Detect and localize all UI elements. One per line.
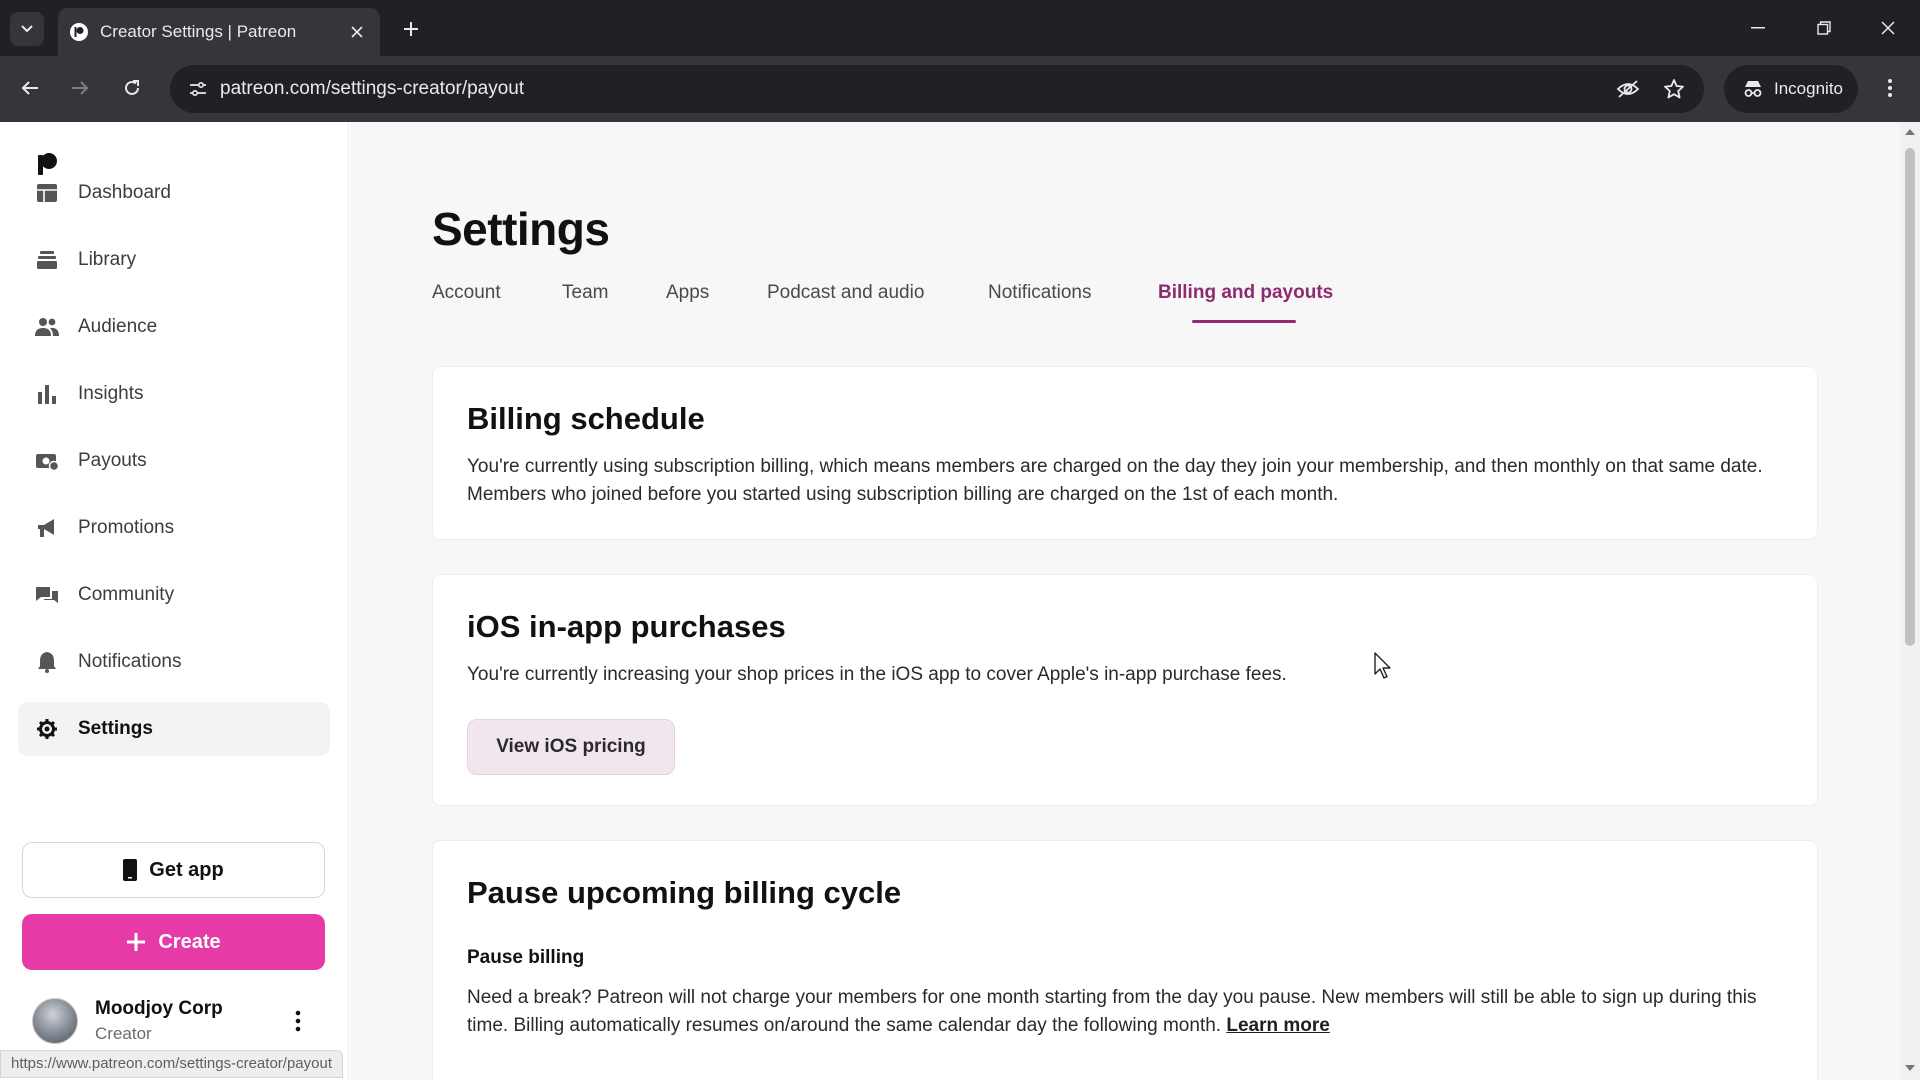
profile-name: Moodjoy Corp — [95, 998, 223, 1019]
mouse-cursor-icon — [1374, 652, 1394, 685]
create-button[interactable]: Create — [22, 914, 325, 970]
plus-icon — [126, 932, 146, 952]
sidebar-item-payouts[interactable]: Payouts — [18, 434, 330, 488]
incognito-indicator[interactable]: Incognito — [1724, 65, 1858, 113]
get-app-button[interactable]: Get app — [22, 842, 325, 898]
pause-billing-text: Need a break? Patreon will not charge yo… — [467, 984, 1797, 1040]
bookmark-star-icon[interactable] — [1658, 73, 1690, 105]
pause-billing-subtitle: Pause billing — [467, 947, 585, 968]
incognito-icon — [1744, 81, 1762, 97]
create-label: Create — [158, 930, 221, 953]
phone-icon — [123, 859, 138, 881]
view-ios-pricing-button[interactable]: View iOS pricing — [467, 719, 675, 775]
pause-billing-card: Pause upcoming billing cycle Pause billi… — [432, 840, 1818, 1080]
pause-billing-description: Need a break? Patreon will not charge yo… — [467, 987, 1757, 1036]
new-tab-icon[interactable] — [396, 14, 426, 44]
back-icon[interactable] — [12, 70, 48, 106]
insights-icon — [34, 381, 60, 407]
bell-icon — [34, 649, 60, 675]
community-icon — [34, 582, 60, 608]
patreon-favicon-icon — [70, 23, 88, 41]
sidebar-item-label: Audience — [78, 316, 158, 337]
tab-notifications[interactable]: Notifications — [988, 282, 1092, 304]
audience-icon — [34, 314, 60, 340]
scroll-down-icon[interactable] — [1904, 1062, 1916, 1074]
billing-schedule-card: Billing schedule You're currently using … — [432, 366, 1818, 540]
get-app-label: Get app — [149, 858, 224, 881]
ios-purchases-card: iOS in-app purchases You're currently in… — [432, 574, 1818, 806]
close-window-icon[interactable] — [1868, 10, 1908, 46]
page-scrollbar[interactable] — [1900, 122, 1920, 1080]
scroll-up-icon[interactable] — [1904, 126, 1916, 138]
sidebar-item-notifications[interactable]: Notifications — [18, 635, 330, 689]
tab-account[interactable]: Account — [432, 282, 501, 304]
tab-podcast-and-audio[interactable]: Podcast and audio — [767, 282, 924, 304]
sidebar-item-label: Payouts — [78, 450, 147, 471]
tab-search-button[interactable] — [10, 12, 44, 46]
site-info-icon[interactable] — [182, 73, 214, 105]
reload-icon[interactable] — [114, 70, 150, 106]
more-options-icon[interactable] — [288, 1006, 308, 1036]
tab-title: Creator Settings | Patreon — [100, 22, 297, 41]
ios-purchases-text: You're currently increasing your shop pr… — [467, 664, 1287, 685]
sidebar-item-promotions[interactable]: Promotions — [18, 501, 330, 555]
address-bar[interactable]: patreon.com/settings-creator/payout — [170, 65, 1704, 113]
scrollbar-thumb[interactable] — [1905, 148, 1915, 646]
sidebar-item-label: Dashboard — [78, 182, 171, 203]
sidebar-item-label: Insights — [78, 383, 144, 404]
sidebar-item-label: Promotions — [78, 517, 175, 538]
pause-billing-title: Pause upcoming billing cycle — [467, 875, 902, 910]
sidebar-item-audience[interactable]: Audience — [18, 300, 330, 354]
page-title: Settings — [432, 203, 610, 255]
tab-apps[interactable]: Apps — [666, 282, 709, 304]
profile-menu[interactable]: Moodjoy Corp Creator — [30, 996, 330, 1050]
browser-toolbar: patreon.com/settings-creator/payout Inco… — [0, 56, 1920, 122]
eye-off-icon[interactable] — [1612, 73, 1644, 105]
profile-role: Creator — [95, 1024, 152, 1043]
billing-schedule-title: Billing schedule — [467, 401, 705, 436]
sidebar-item-library[interactable]: Library — [18, 233, 330, 287]
billing-schedule-text: You're currently using subscription bill… — [467, 456, 1763, 505]
payouts-icon — [34, 448, 60, 474]
forward-icon[interactable] — [62, 70, 98, 106]
sidebar: Dashboard Library Audience Insights Payo… — [0, 122, 349, 1080]
settings-main: Settings Account Team Apps Podcast and a… — [350, 122, 1900, 1080]
sidebar-item-label: Notifications — [78, 651, 182, 672]
sidebar-item-label: Library — [78, 249, 137, 270]
sidebar-item-settings[interactable]: Settings — [18, 702, 330, 756]
gear-icon — [34, 716, 60, 742]
avatar[interactable] — [32, 998, 78, 1044]
browser-tab[interactable]: Creator Settings | Patreon — [58, 8, 380, 56]
chevron-down-icon — [21, 25, 33, 33]
sidebar-item-label: Community — [78, 584, 175, 605]
close-tab-icon[interactable] — [346, 21, 368, 43]
browser-menu-icon[interactable] — [1872, 70, 1908, 106]
ios-purchases-title: iOS in-app purchases — [467, 609, 786, 644]
active-tab-indicator — [1192, 320, 1296, 323]
library-icon — [34, 247, 60, 273]
link-status-bar: https://www.patreon.com/settings-creator… — [0, 1050, 343, 1078]
learn-more-link[interactable]: Learn more — [1226, 1015, 1329, 1036]
tab-team[interactable]: Team — [562, 282, 608, 304]
incognito-label: Incognito — [1774, 79, 1843, 98]
sidebar-item-insights[interactable]: Insights — [18, 367, 330, 421]
promotions-icon — [34, 515, 60, 541]
url-text[interactable]: patreon.com/settings-creator/payout — [220, 78, 524, 100]
tab-billing-and-payouts[interactable]: Billing and payouts — [1158, 282, 1333, 304]
sidebar-item-label: Settings — [78, 718, 153, 739]
dashboard-icon — [34, 180, 60, 206]
restore-icon[interactable] — [1804, 10, 1844, 46]
browser-tab-bar: Creator Settings | Patreon — [0, 0, 1920, 56]
sidebar-item-dashboard[interactable]: Dashboard — [18, 166, 330, 220]
sidebar-item-community[interactable]: Community — [18, 568, 330, 622]
minimize-icon[interactable] — [1738, 10, 1778, 46]
